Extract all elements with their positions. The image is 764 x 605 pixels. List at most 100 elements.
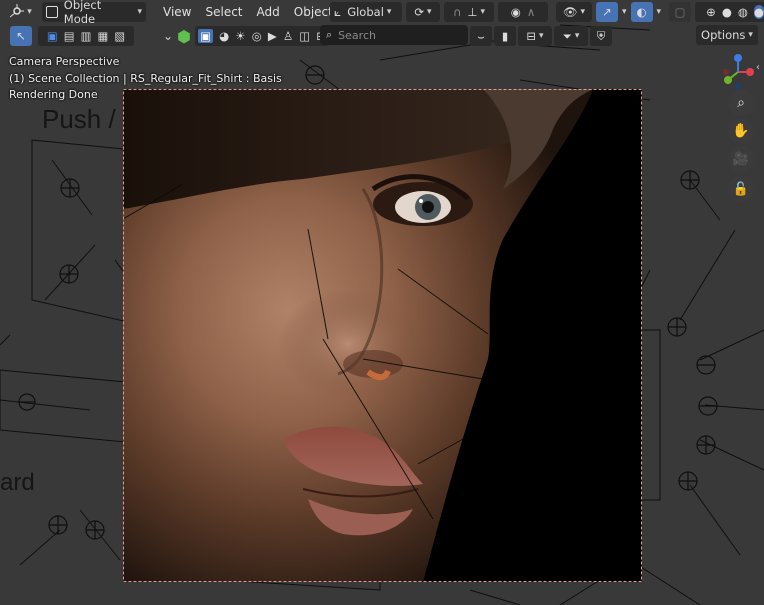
hierarchy-button[interactable]: ⊟ ▾ <box>518 26 552 46</box>
xray-toggle[interactable]: ▢ <box>669 2 692 22</box>
render-status-text: Rendering Done <box>9 88 98 101</box>
orientation-select[interactable]: ⟀ Global ▾ <box>330 2 402 22</box>
material-shading-icon: ◍ <box>737 5 748 19</box>
options-label: Options <box>701 28 746 42</box>
curve-filter-icon: ◫ <box>299 29 311 43</box>
chevron-down-icon: ▾ <box>386 7 392 17</box>
menu-view[interactable]: View <box>156 2 198 22</box>
chevron-down-icon: ▾ <box>27 7 32 17</box>
chevron-down-icon[interactable]: ▾ <box>657 7 662 17</box>
world-filter-icon: ◎ <box>251 29 262 43</box>
light-filter-icon: ☀ <box>235 29 246 43</box>
collection-info-text: (1) Scene Collection | RS_Regular_Fit_Sh… <box>9 72 282 85</box>
navigation-gizmo[interactable] <box>718 52 758 92</box>
eye-icon: 👁 <box>562 5 578 19</box>
chevron-down-icon: ▾ <box>580 7 586 17</box>
visibility-select[interactable]: 👁 ▾ <box>556 2 592 22</box>
hand-icon: ✋ <box>732 123 750 139</box>
solid-shading-icon: ● <box>721 5 732 19</box>
header-bar: ▾ Object Mode ▾ View Select Add Object <box>4 0 340 26</box>
chevron-down-icon: ▾ <box>427 7 432 17</box>
sort-icon: ⌣ <box>477 28 485 43</box>
search-placeholder: Search <box>338 28 376 42</box>
filter-sort-button[interactable]: ⌣ <box>470 26 492 46</box>
chevron-down-icon[interactable]: ⌄ <box>163 29 173 43</box>
armature-filter-icon: ♙ <box>282 29 294 43</box>
hierarchy-icon: ⊟ <box>526 29 537 43</box>
camera-view-button[interactable]: 🎥 <box>728 146 754 172</box>
mode-select[interactable]: Object Mode ▾ <box>42 0 146 26</box>
orientation-label: Global <box>347 5 384 19</box>
camera-render <box>123 89 642 582</box>
bg-label-ward: ard <box>0 469 35 496</box>
wireframe-shading-icon: ⊕ <box>706 5 716 19</box>
menu-select[interactable]: Select <box>198 2 249 22</box>
object-type-filters[interactable]: ▣ ◕ ☀ ◎ ▶ ♙ ◫ ⊞ <box>195 26 330 46</box>
color-wheel-icon: ⬢ <box>177 26 192 46</box>
select-extend-icon: ▤ <box>63 29 75 43</box>
select-subtract-icon: ▥ <box>80 29 92 43</box>
orientation-icon: ⟀ <box>334 4 342 19</box>
funnel-filter-button[interactable]: ⏷ ▾ <box>554 26 588 46</box>
bookmark-icon: ▮ <box>501 29 509 43</box>
mode-select-label: Object Mode <box>63 0 102 26</box>
pivot-select[interactable]: ⟳ ▾ <box>406 2 440 22</box>
select-box-tool[interactable]: ↖ <box>10 26 32 46</box>
collapse-arrow-icon[interactable]: ‹ <box>756 62 760 73</box>
lock-icon: 🔓 <box>732 181 750 197</box>
select-invert-icon: ▦ <box>97 29 109 43</box>
magnet-icon: ∩ <box>453 5 462 19</box>
proportional-icon: ◉ <box>510 5 521 19</box>
xray-icon: ▢ <box>674 5 686 19</box>
cursor-icon: ↖ <box>16 29 26 43</box>
mesh-filter-icon: ▣ <box>198 29 213 43</box>
proportional-edit[interactable]: ◉ ∧ <box>498 2 548 22</box>
shield-button[interactable]: ⛨ <box>590 26 612 46</box>
sphere-filter-icon: ◕ <box>219 29 230 43</box>
zoom-button[interactable]: ⌕ <box>728 90 754 116</box>
pan-button[interactable]: ✋ <box>728 118 754 144</box>
select-intersect-icon: ▧ <box>114 29 126 43</box>
chevron-down-icon: ▾ <box>574 31 580 41</box>
snap-toggle[interactable]: ∩ ⊥ ▾ <box>444 2 494 22</box>
bookmark-button[interactable]: ▮ <box>494 26 516 46</box>
chevron-down-icon: ▾ <box>539 31 544 41</box>
select-tools: ↖ ▣ ▤ ▥ ▦ ▧ <box>10 25 134 47</box>
pivot-icon: ⟳ <box>414 5 425 19</box>
3d-viewport[interactable]: Push / ard Pu <box>0 0 764 605</box>
editor-type-icon <box>9 3 25 21</box>
shield-icon: ⛨ <box>596 28 606 43</box>
menu-add[interactable]: Add <box>250 2 287 22</box>
snap-target-icon: ⊥ <box>467 5 478 19</box>
gizmo-toggle[interactable]: ↗ <box>596 2 618 22</box>
chevron-down-icon[interactable]: ▾ <box>622 7 627 17</box>
camera-icon: 🎥 <box>732 151 750 167</box>
chevron-down-icon: ▾ <box>137 7 142 17</box>
select-new-icon: ▣ <box>46 29 58 43</box>
chevron-down-icon: ▾ <box>480 7 485 17</box>
zoom-icon: ⌕ <box>737 95 745 111</box>
overlay-toggle[interactable]: ◐ <box>630 2 653 22</box>
editor-type-button[interactable]: ▾ <box>4 2 38 22</box>
overlay-icon: ◐ <box>636 5 647 19</box>
lock-camera-button[interactable]: 🔓 <box>728 176 754 202</box>
gizmo-icon: ↗ <box>602 5 612 19</box>
rendered-shading-icon: ● <box>753 5 764 19</box>
view-tools: 👁 ▾ ↗ ▾ ◐ ▾ ▢ ⊕ ● ◍ ● <box>556 1 764 23</box>
chevron-down-icon: ▾ <box>748 30 753 40</box>
header-menus: View Select Add Object <box>156 2 340 22</box>
bg-label-push: Push / <box>42 104 116 134</box>
object-mode-icon <box>46 6 58 18</box>
search-icon: ⌕ <box>326 28 333 41</box>
options-button[interactable]: Options ▾ <box>696 25 758 45</box>
view-name-text: Camera Perspective <box>9 55 120 68</box>
shading-modes[interactable]: ⊕ ● ◍ ● <box>695 2 764 22</box>
search-options: ⌣ ▮ ⊟ ▾ ⏷ ▾ ⛨ <box>470 25 612 47</box>
search-field[interactable]: ⌕ Search <box>320 25 468 45</box>
funnel-icon: ⏷ <box>562 28 572 43</box>
filter-tools: ⌄ ⬢ ▣ ◕ ☀ ◎ ▶ ♙ ◫ ⊞ <box>160 25 330 47</box>
falloff-icon: ∧ <box>526 5 536 19</box>
selection-mode-buttons[interactable]: ▣ ▤ ▥ ▦ ▧ <box>38 26 134 46</box>
transform-tools: ⟀ Global ▾ ⟳ ▾ ∩ ⊥ ▾ ◉ ∧ <box>330 1 548 23</box>
camera-filter-icon: ▶ <box>267 29 277 43</box>
